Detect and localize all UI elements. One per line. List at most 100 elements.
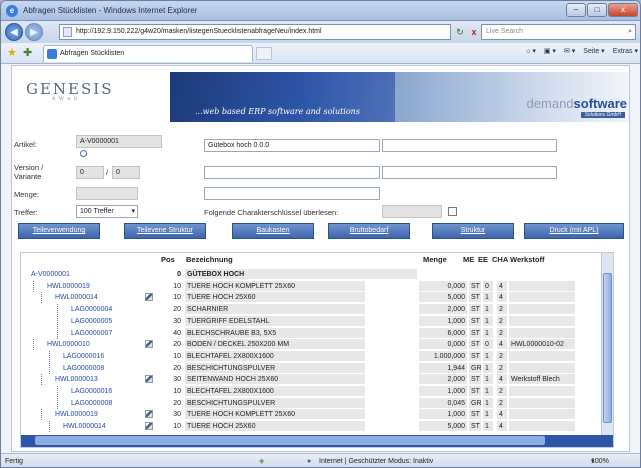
action-buttons: Teileverwendung Teilevene Struktur Bauka… xyxy=(12,223,629,239)
minimize-button[interactable]: – xyxy=(566,3,586,17)
extras-menu[interactable]: Extras ▾ xyxy=(613,47,638,55)
item-number[interactable]: LAG0000008 xyxy=(71,398,112,409)
lookup-icon[interactable] xyxy=(80,150,87,157)
teileverwendung-button[interactable]: Teileverwendung xyxy=(18,223,100,239)
table-row[interactable]: HWL0000019 30 TUERE HOCH KOMPLETT 25X60 1,0… xyxy=(21,409,613,421)
table-row[interactable]: LAG0000016 10 BLECHTAFEL 2X800X1600 1.000,0… xyxy=(21,350,613,362)
artikel-input[interactable]: A-V0000001 xyxy=(76,135,162,148)
refresh-button[interactable]: ↻ xyxy=(453,24,467,40)
col-cha: CHA xyxy=(492,255,509,264)
druck-button[interactable]: Druck (mit APL) xyxy=(524,223,624,239)
feeds-icon[interactable]: ▣ ▾ xyxy=(544,47,556,55)
charakter-checkbox[interactable] xyxy=(448,207,457,216)
version-input[interactable]: 0 xyxy=(76,166,104,179)
edit-icon[interactable] xyxy=(145,422,153,431)
item-number[interactable]: LAG0000016 xyxy=(63,351,104,362)
material xyxy=(509,327,575,338)
edit-icon[interactable] xyxy=(145,375,153,384)
teile-struktur-button[interactable]: Teilevene Struktur xyxy=(124,223,206,239)
horizontal-scrollbar[interactable] xyxy=(21,435,613,447)
table-header: Pos Bezeichnung Menge ME EE CHA Werkstof… xyxy=(21,253,613,267)
stop-button[interactable]: x xyxy=(467,24,481,40)
ee-value: 1 xyxy=(483,386,493,396)
banner: ...web based ERP software and solutions xyxy=(170,72,395,122)
quantity: 1,000 xyxy=(419,315,467,326)
item-number[interactable]: LAG0000005 xyxy=(71,316,112,327)
ee-value: 0 xyxy=(483,339,493,350)
item-number[interactable]: HWL0000013 xyxy=(55,374,98,385)
status-bar: Fertig ◈ ● Internet | Geschützter Modus:… xyxy=(1,453,640,467)
table-row[interactable]: LAG0000016 10 BLECHTAFEL 2X800X1600 1,000 ST… xyxy=(21,386,613,397)
edit-icon[interactable] xyxy=(145,410,153,419)
favorites-star-icon[interactable]: ★ xyxy=(7,46,17,59)
table-row[interactable]: HWL0000010 20 BODEN / DECKEL 250X200 MM 0,0… xyxy=(21,339,613,351)
item-number[interactable]: LAG0000016 xyxy=(71,386,112,397)
table-row[interactable]: HWL0000013 30 SEITENWAND HOCH 25X60 2,000 ST… xyxy=(21,374,613,386)
url-input[interactable]: http://192.9.150.222/g4w20/masken/listeg… xyxy=(59,24,451,40)
bruttobedarf-button[interactable]: Bruttobedarf xyxy=(328,223,410,239)
add-favorites-icon[interactable]: ✚ xyxy=(23,46,32,59)
table-row[interactable]: A-V0000001 0 GÜTEBOX HOCH xyxy=(21,269,613,280)
table-row[interactable]: LAG0000008 20 BESCHICHTUNGSPULVER 0,045 GR 1 2 xyxy=(21,397,613,409)
browser-tab[interactable]: Abfragen Stücklisten xyxy=(43,45,253,62)
table-row[interactable]: LAG0000004 20 SCHARNIER 2,000 ST 1 2 xyxy=(21,304,613,316)
unit: ST xyxy=(469,292,481,303)
close-button[interactable]: x xyxy=(608,3,638,17)
window-controls: – □ x xyxy=(565,3,638,17)
version-label: Version / xyxy=(14,163,44,172)
new-tab-button[interactable] xyxy=(256,47,272,60)
charakter-input[interactable] xyxy=(382,205,442,218)
tab-page-icon xyxy=(47,49,57,59)
ee-value: 1 xyxy=(483,362,493,373)
treffer-select[interactable]: 100 Treffer ▾ xyxy=(76,205,138,218)
col-menge: Menge xyxy=(423,255,447,264)
forward-button[interactable]: ▶ xyxy=(25,23,43,41)
description: TUERE HOCH 25X60 xyxy=(185,292,365,303)
item-number[interactable]: HWL0000019 xyxy=(47,281,90,292)
table-row[interactable]: HWL0000014 10 TUERE HOCH 25X60 5,000 ST 1 4 xyxy=(21,292,613,304)
item-number[interactable]: HWL0000014 xyxy=(63,421,106,432)
edit-icon[interactable] xyxy=(145,293,153,302)
position: 20 xyxy=(173,341,181,349)
globe-icon: ● xyxy=(307,458,312,465)
horizontal-scroll-thumb[interactable] xyxy=(35,436,545,445)
vertical-scrollbar[interactable] xyxy=(601,253,613,435)
struktur-button[interactable]: Struktur xyxy=(432,223,514,239)
maximize-button[interactable]: □ xyxy=(587,3,607,17)
home-icon[interactable]: ⌂ ▾ xyxy=(526,47,536,55)
item-number[interactable]: HWL0000010 xyxy=(47,339,90,350)
table-row[interactable]: LAG0000007 40 BLECHSCHRAUBE B3, 5X5 6,000 ST… xyxy=(21,327,613,339)
material: HWL0000010-02 xyxy=(509,339,575,350)
baukasten-button[interactable]: Baukasten xyxy=(232,223,314,239)
vertical-scroll-thumb[interactable] xyxy=(603,273,612,423)
edit-icon[interactable] xyxy=(145,340,153,349)
description: BESCHICHTUNGSPULVER xyxy=(185,362,365,373)
position: 30 xyxy=(173,317,181,325)
cha-value: 4 xyxy=(497,280,507,291)
tree-connector xyxy=(57,315,58,327)
item-number[interactable]: HWL0000019 xyxy=(55,409,98,420)
search-input[interactable]: Live Search ⌕ xyxy=(481,24,636,40)
item-number[interactable]: LAG0000007 xyxy=(71,328,112,339)
page-menu[interactable]: Seite ▾ xyxy=(583,47,604,55)
variante-input[interactable]: 0 xyxy=(112,166,140,179)
position: 40 xyxy=(173,329,181,337)
variante-description xyxy=(382,166,557,179)
search-icon[interactable]: ⌕ xyxy=(628,25,632,39)
quantity: 5,000 xyxy=(419,292,467,303)
unit: ST xyxy=(469,386,481,396)
item-number[interactable]: LAG0000004 xyxy=(71,304,112,315)
item-number[interactable]: HWL0000014 xyxy=(55,292,98,303)
cha-value: 4 xyxy=(497,374,507,385)
cha-value: 2 xyxy=(497,397,507,408)
item-number[interactable]: A-V0000001 xyxy=(31,269,70,280)
print-icon[interactable]: ✉ ▾ xyxy=(564,47,575,55)
ee-value: 1 xyxy=(483,304,493,315)
table-row[interactable]: HWL0000019 10 TUERE HOCH KOMPLETT 25X60 0,0… xyxy=(21,280,613,292)
menge-input[interactable] xyxy=(76,187,138,200)
table-row[interactable]: HWL0000014 10 TUERE HOCH 25X60 5,000 ST 1 4 xyxy=(21,421,613,433)
table-row[interactable]: LAG0000008 20 BESCHICHTUNGSPULVER 1,944 GR 1 2 xyxy=(21,362,613,374)
back-button[interactable]: ◀ xyxy=(5,23,23,41)
item-number[interactable]: LAG0000008 xyxy=(63,363,104,374)
table-row[interactable]: LAG0000005 30 TUERGRIFF EDELSTAHL 1,000 ST 1 2 xyxy=(21,315,613,327)
